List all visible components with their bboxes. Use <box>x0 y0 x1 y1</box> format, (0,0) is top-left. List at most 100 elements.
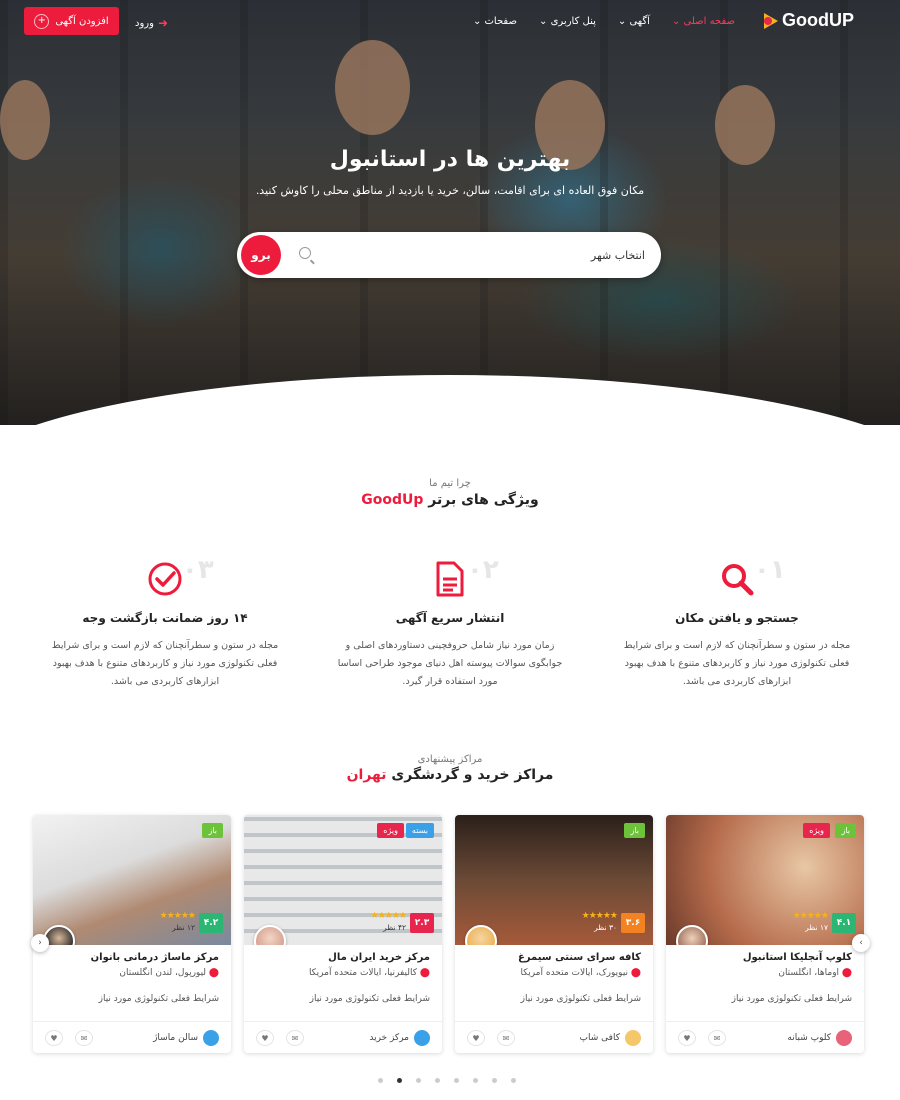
review-count: ۱۷ نظر <box>805 923 828 932</box>
login-link[interactable]: ➜ ورود <box>135 16 168 30</box>
rating-stars-icon: ★★★★★ <box>370 911 407 921</box>
rating-stars-icon: ★★★★★ <box>159 911 196 921</box>
rating-stars-icon: ★★★★★ <box>792 911 829 921</box>
carousel-dot[interactable] <box>492 1078 497 1083</box>
feature-number: ۰۳ <box>182 555 214 585</box>
city-search-input[interactable] <box>345 242 645 268</box>
main-menu: صفحه اصلی ⌄ آگهی ⌄ پنل کاربری ⌄ صفحات ⌄ <box>473 16 735 27</box>
feature-description: مجله در ستون و سطرآنچنان که لازم است و ب… <box>623 640 851 688</box>
carousel-dot[interactable] <box>397 1078 402 1083</box>
feature-description: زمان مورد نیاز شامل حروفچینی دستاوردهای … <box>337 640 563 688</box>
feature-item: ۰۳ ۱۴ روز ضمانت بازگشت وجه مجله در ستون … <box>40 555 290 691</box>
listings-title: مراکز خرید و گردشگری تهران <box>346 767 554 783</box>
listing-title[interactable]: کلوپ آنجلیکا استانبول <box>743 952 852 963</box>
status-badge: باز <box>202 823 223 838</box>
carousel-dot[interactable] <box>511 1078 516 1083</box>
status-badge: باز <box>835 823 856 838</box>
heart-icon[interactable]: ♥ <box>256 1030 274 1046</box>
carousel-dot[interactable] <box>378 1078 383 1083</box>
location-pin-icon: ⬤ <box>208 968 219 978</box>
feature-number: ۰۲ <box>467 555 499 585</box>
location-pin-icon: ⬤ <box>841 968 852 978</box>
rating-badge: ۴.۱ <box>832 913 856 933</box>
listing-card[interactable]: باز ۴.۲ ★★★★★ ۱۲ نظر مرکز ماساژ درمانی ب… <box>33 815 231 1053</box>
chevron-down-icon: ⌄ <box>472 16 482 27</box>
document-icon <box>436 561 464 597</box>
search-icon <box>722 564 754 596</box>
listing-image: بسته ویژه ۲.۳ ★★★★★ ۴۲ نظر <box>244 815 442 945</box>
listing-card[interactable]: باز ۳.۶ ★★★★★ ۳۰ نظر کافه سرای سنتی سیمر… <box>455 815 653 1053</box>
rating-badge: ۴.۲ <box>199 913 223 933</box>
feature-item: ۰۲ انتشار سریع آگهی زمان مورد نیاز شامل … <box>325 555 575 691</box>
logo[interactable]: GoodUP <box>756 10 854 31</box>
message-icon[interactable]: ✉ <box>75 1030 93 1046</box>
add-listing-button[interactable]: افزودن آگهی + <box>24 7 119 35</box>
owner-avatar[interactable] <box>676 925 708 945</box>
heart-icon[interactable]: ♥ <box>467 1030 485 1046</box>
add-listing-label: افزودن آگهی <box>55 15 109 27</box>
message-icon[interactable]: ✉ <box>497 1030 515 1046</box>
shopping-icon <box>414 1030 430 1046</box>
search-icon <box>299 247 311 259</box>
listing-category[interactable]: مرکز خرید <box>369 1030 430 1046</box>
rating-badge: ۲.۳ <box>410 913 434 933</box>
feature-title: انتشار سریع آگهی <box>395 611 505 625</box>
listing-title[interactable]: کافه سرای سنتی سیمرغ <box>518 952 641 963</box>
owner-avatar[interactable] <box>465 925 497 945</box>
listing-card[interactable]: بسته ویژه ۲.۳ ★★★★★ ۴۲ نظر مرکز خرید ایر… <box>244 815 442 1053</box>
carousel-next-button[interactable]: › <box>852 934 870 952</box>
check-circle-icon <box>148 562 182 596</box>
feature-description: مجله در ستون و سطرآنچنان که لازم است و ب… <box>51 640 279 688</box>
status-badge: بسته <box>405 823 434 838</box>
top-navbar: GoodUP صفحه اصلی ⌄ آگهی ⌄ پنل کاربری ⌄ ص… <box>0 0 900 44</box>
carousel-pagination <box>378 1078 516 1083</box>
listing-image: باز ویژه ۴.۱ ★★★★★ ۱۷ نظر <box>666 815 864 945</box>
hero-subtitle: مکان فوق العاده ای برای اقامت، سالن، خری… <box>255 184 645 197</box>
hero-title: بهترین ها در استانبول <box>329 147 571 172</box>
listings-kicker: مراکز پیشنهادی <box>417 754 483 765</box>
menu-item-dashboard[interactable]: پنل کاربری ⌄ <box>539 16 596 27</box>
chevron-down-icon: ⌄ <box>671 16 681 27</box>
carousel-dot[interactable] <box>416 1078 421 1083</box>
listing-description: شرایط فعلی تکنولوژی مورد نیاز <box>520 994 641 1004</box>
listing-description: شرایط فعلی تکنولوژی مورد نیاز <box>98 994 219 1004</box>
feature-title: جستجو و یافتن مکان <box>675 611 799 625</box>
listing-location: ⬤ اوماها، انگلستان <box>778 968 852 978</box>
carousel-dot[interactable] <box>473 1078 478 1083</box>
message-icon[interactable]: ✉ <box>286 1030 304 1046</box>
rating-stars-icon: ★★★★★ <box>581 911 618 921</box>
nightclub-icon <box>836 1030 852 1046</box>
chevron-down-icon: ⌄ <box>617 16 627 27</box>
menu-item-pages[interactable]: صفحات ⌄ <box>473 16 517 27</box>
listing-image: باز ۴.۲ ★★★★★ ۱۲ نظر <box>33 815 231 945</box>
message-icon[interactable]: ✉ <box>708 1030 726 1046</box>
review-count: ۴۲ نظر <box>383 923 406 932</box>
location-pin-icon: ⬤ <box>630 968 641 978</box>
logo-mark-icon <box>756 11 778 31</box>
login-icon: ➜ <box>157 16 169 30</box>
search-go-button[interactable]: برو <box>241 235 281 275</box>
listing-location: ⬤ نیویورک، ایالات متحده آمریکا <box>520 968 641 978</box>
menu-item-listings[interactable]: آگهی ⌄ <box>618 16 650 27</box>
search-bar: برو <box>237 232 661 278</box>
listing-title[interactable]: مرکز خرید ایران مال <box>328 952 430 963</box>
carousel-dot[interactable] <box>454 1078 459 1083</box>
location-pin-icon: ⬤ <box>419 968 430 978</box>
listing-category[interactable]: کلوپ شبانه <box>787 1030 852 1046</box>
plus-icon: + <box>34 13 50 29</box>
heart-icon[interactable]: ♥ <box>45 1030 63 1046</box>
listing-description: شرایط فعلی تکنولوژی مورد نیاز <box>309 994 430 1004</box>
menu-item-home[interactable]: صفحه اصلی ⌄ <box>672 16 735 27</box>
carousel-prev-button[interactable]: ‹ <box>31 934 49 952</box>
status-badge: باز <box>624 823 645 838</box>
heart-icon[interactable]: ♥ <box>678 1030 696 1046</box>
featured-badge: ویژه <box>377 823 404 838</box>
listing-category[interactable]: سالن ماساژ <box>153 1030 219 1046</box>
listing-location: ⬤ لیورپول، لندن انگلستان <box>119 968 219 978</box>
review-count: ۳۰ نظر <box>594 923 617 932</box>
listing-title[interactable]: مرکز ماساژ درمانی بانوان <box>91 952 219 963</box>
carousel-dot[interactable] <box>435 1078 440 1083</box>
owner-avatar[interactable] <box>254 925 286 945</box>
listing-card[interactable]: باز ویژه ۴.۱ ★★★★★ ۱۷ نظر کلوپ آنجلیکا ا… <box>666 815 864 1053</box>
listing-category[interactable]: کافی شاپ <box>580 1030 641 1046</box>
